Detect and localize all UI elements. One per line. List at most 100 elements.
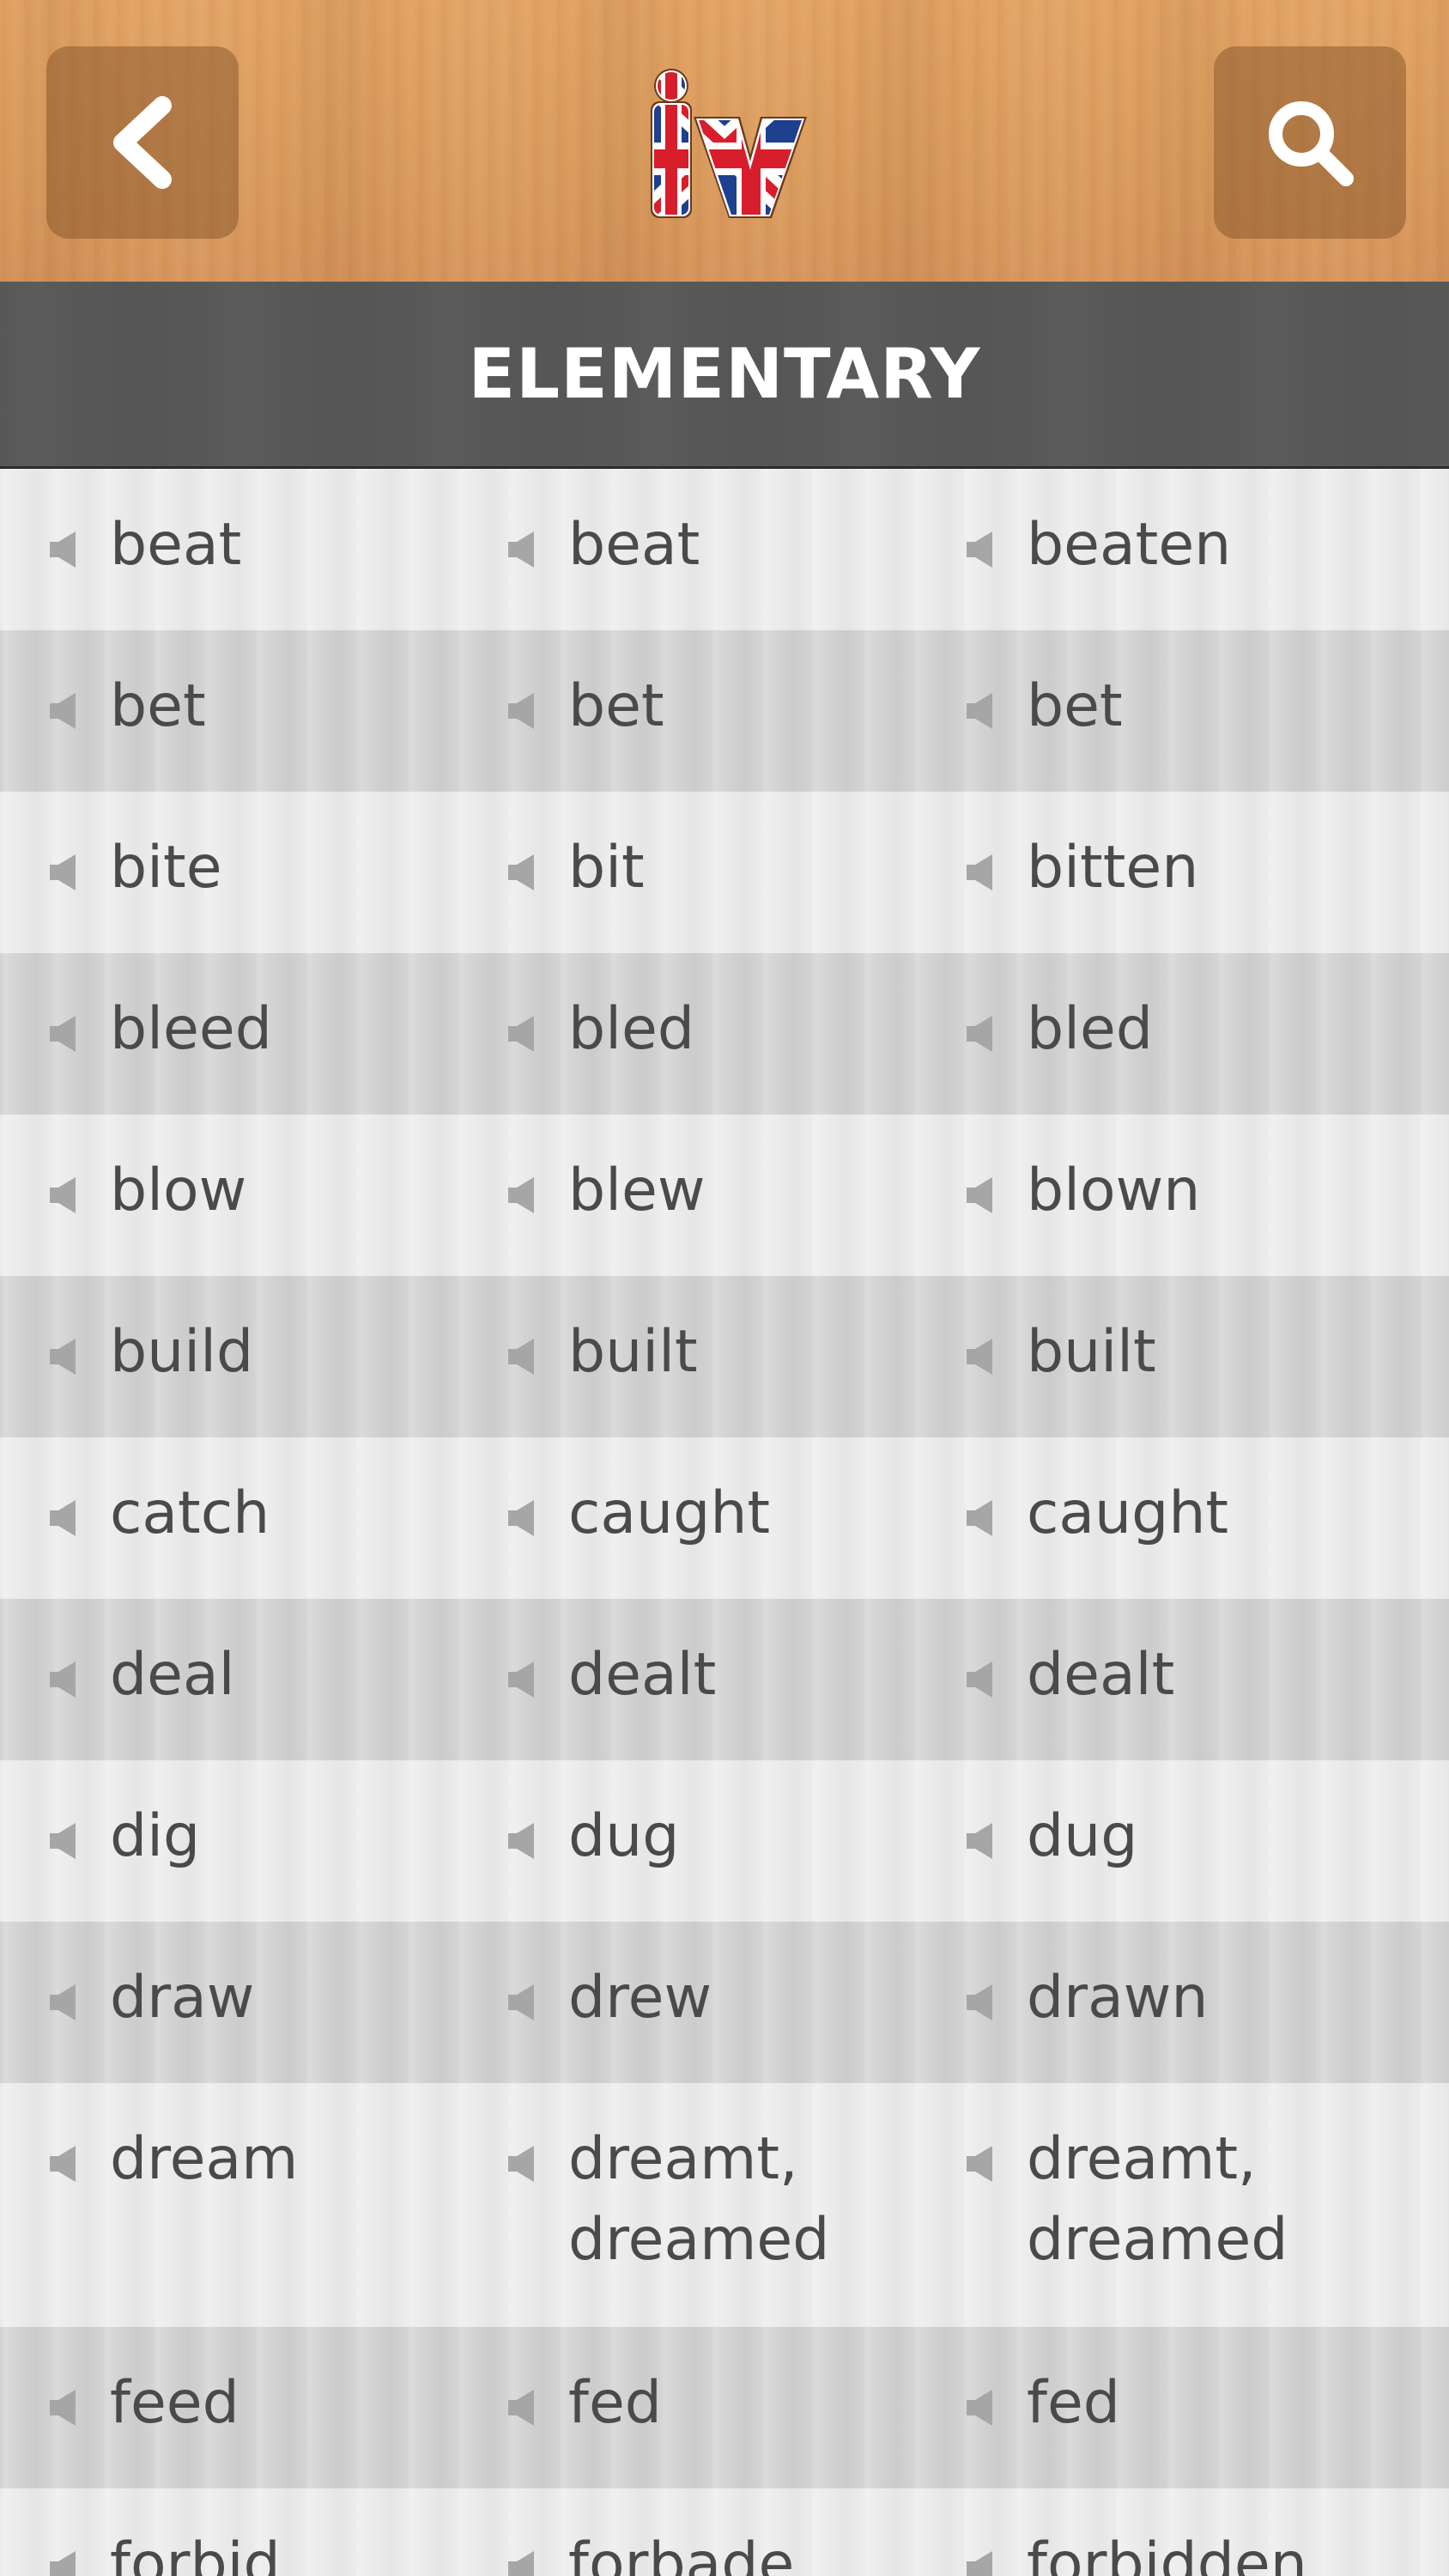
verb-cell-past-participle[interactable]: bet bbox=[955, 630, 1413, 792]
verb-cell-past-participle[interactable]: bled bbox=[955, 953, 1413, 1115]
verb-cell-past-simple[interactable]: forbade bbox=[496, 2488, 955, 2576]
speaker-icon[interactable] bbox=[961, 2142, 999, 2185]
speaker-icon[interactable] bbox=[961, 1981, 999, 2024]
verb-form-text: fed bbox=[568, 2369, 662, 2437]
verb-cell-past-participle[interactable]: beaten bbox=[955, 469, 1413, 630]
verb-cell-past-simple[interactable]: drew bbox=[496, 1922, 955, 2083]
verb-cell-base[interactable]: dig bbox=[38, 1760, 496, 1922]
verb-cell-base[interactable]: forbid bbox=[38, 2488, 496, 2576]
speaker-icon[interactable] bbox=[503, 528, 541, 571]
verb-form-text: dig bbox=[110, 1802, 201, 1870]
speaker-icon[interactable] bbox=[961, 1497, 999, 1540]
verb-cell-past-participle[interactable]: forbidden bbox=[955, 2488, 1413, 2576]
verb-form-text: built bbox=[568, 1318, 698, 1386]
verb-cell-base[interactable]: beat bbox=[38, 469, 496, 630]
verb-cell-base[interactable]: build bbox=[38, 1276, 496, 1437]
verb-cell-past-participle[interactable]: fed bbox=[955, 2327, 1413, 2488]
verb-cell-past-simple[interactable]: built bbox=[496, 1276, 955, 1437]
speaker-icon[interactable] bbox=[961, 2548, 999, 2576]
verb-cell-past-participle[interactable]: drawn bbox=[955, 1922, 1413, 2083]
verb-cell-past-participle[interactable]: built bbox=[955, 1276, 1413, 1437]
chevron-left-icon bbox=[113, 96, 172, 189]
speaker-icon[interactable] bbox=[45, 2142, 82, 2185]
verb-form-text: bet bbox=[110, 672, 206, 740]
verb-cell-past-participle[interactable]: dealt bbox=[955, 1599, 1413, 1760]
speaker-icon[interactable] bbox=[45, 528, 82, 571]
verb-cell-base[interactable]: deal bbox=[38, 1599, 496, 1760]
speaker-icon[interactable] bbox=[45, 1820, 82, 1862]
speaker-icon[interactable] bbox=[45, 690, 82, 732]
verb-form-text: build bbox=[110, 1318, 254, 1386]
speaker-icon[interactable] bbox=[45, 1174, 82, 1217]
verb-form-text: blow bbox=[110, 1157, 247, 1224]
verb-cell-past-simple[interactable]: dug bbox=[496, 1760, 955, 1922]
speaker-icon[interactable] bbox=[45, 1012, 82, 1055]
speaker-icon[interactable] bbox=[45, 1335, 82, 1378]
speaker-icon[interactable] bbox=[503, 1820, 541, 1862]
speaker-icon[interactable] bbox=[503, 2386, 541, 2429]
verb-cell-past-simple[interactable]: bled bbox=[496, 953, 955, 1115]
verb-form-text: bled bbox=[568, 995, 695, 1063]
speaker-icon[interactable] bbox=[503, 690, 541, 732]
verb-cell-past-participle[interactable]: bitten bbox=[955, 792, 1413, 953]
verb-cell-past-participle[interactable]: dug bbox=[955, 1760, 1413, 1922]
speaker-icon[interactable] bbox=[961, 1174, 999, 1217]
speaker-icon[interactable] bbox=[503, 1012, 541, 1055]
back-button[interactable] bbox=[46, 46, 239, 239]
verb-form-text: blew bbox=[568, 1157, 706, 1224]
verb-cell-past-simple[interactable]: dreamt, dreamed bbox=[496, 2083, 955, 2327]
verb-cell-base[interactable]: blow bbox=[38, 1115, 496, 1276]
verb-row: feed fed fed bbox=[0, 2327, 1449, 2488]
verb-cell-base[interactable]: dream bbox=[38, 2083, 496, 2327]
verb-cell-base[interactable]: bet bbox=[38, 630, 496, 792]
verb-cell-base[interactable]: draw bbox=[38, 1922, 496, 2083]
verb-cell-past-simple[interactable]: bit bbox=[496, 792, 955, 953]
verb-cell-past-simple[interactable]: fed bbox=[496, 2327, 955, 2488]
speaker-icon[interactable] bbox=[961, 1658, 999, 1701]
speaker-icon[interactable] bbox=[503, 2548, 541, 2576]
speaker-icon[interactable] bbox=[503, 1174, 541, 1217]
verb-cell-past-participle[interactable]: caught bbox=[955, 1437, 1413, 1599]
verb-form-text: built bbox=[1027, 1318, 1156, 1386]
speaker-icon[interactable] bbox=[961, 528, 999, 571]
speaker-icon[interactable] bbox=[961, 1012, 999, 1055]
verb-form-text: fed bbox=[1027, 2369, 1120, 2437]
top-app-bar bbox=[0, 0, 1449, 282]
verb-cell-past-participle[interactable]: blown bbox=[955, 1115, 1413, 1276]
verb-form-text: bite bbox=[110, 834, 222, 902]
speaker-icon[interactable] bbox=[961, 851, 999, 894]
verb-form-text: bet bbox=[1027, 672, 1123, 740]
speaker-icon[interactable] bbox=[45, 1658, 82, 1701]
verb-cell-past-simple[interactable]: bet bbox=[496, 630, 955, 792]
verb-form-text: dream bbox=[110, 2125, 299, 2193]
speaker-icon[interactable] bbox=[45, 851, 82, 894]
speaker-icon[interactable] bbox=[45, 1497, 82, 1540]
speaker-icon[interactable] bbox=[961, 1820, 999, 1862]
verb-row: dream dreamt, dreamed dreamt, dreamed bbox=[0, 2083, 1449, 2327]
speaker-icon[interactable] bbox=[503, 1335, 541, 1378]
verb-form-text: dealt bbox=[568, 1641, 717, 1709]
speaker-icon[interactable] bbox=[961, 690, 999, 732]
verb-form-text: forbidden bbox=[1027, 2530, 1307, 2576]
verb-cell-past-participle[interactable]: dreamt, dreamed bbox=[955, 2083, 1413, 2327]
verb-cell-base[interactable]: bite bbox=[38, 792, 496, 953]
speaker-icon[interactable] bbox=[503, 2142, 541, 2185]
verb-cell-past-simple[interactable]: caught bbox=[496, 1437, 955, 1599]
verb-cell-base[interactable]: feed bbox=[38, 2327, 496, 2488]
verb-cell-past-simple[interactable]: dealt bbox=[496, 1599, 955, 1760]
speaker-icon[interactable] bbox=[503, 851, 541, 894]
search-button[interactable] bbox=[1214, 46, 1406, 239]
speaker-icon[interactable] bbox=[503, 1981, 541, 2024]
verb-cell-base[interactable]: catch bbox=[38, 1437, 496, 1599]
speaker-icon[interactable] bbox=[961, 1335, 999, 1378]
verb-cell-past-simple[interactable]: blew bbox=[496, 1115, 955, 1276]
verb-cell-base[interactable]: bleed bbox=[38, 953, 496, 1115]
verb-cell-past-simple[interactable]: beat bbox=[496, 469, 955, 630]
speaker-icon[interactable] bbox=[503, 1658, 541, 1701]
speaker-icon[interactable] bbox=[503, 1497, 541, 1540]
speaker-icon[interactable] bbox=[45, 2386, 82, 2429]
verb-row: dig dug dug bbox=[0, 1760, 1449, 1922]
speaker-icon[interactable] bbox=[45, 1981, 82, 2024]
speaker-icon[interactable] bbox=[45, 2548, 82, 2576]
speaker-icon[interactable] bbox=[961, 2386, 999, 2429]
